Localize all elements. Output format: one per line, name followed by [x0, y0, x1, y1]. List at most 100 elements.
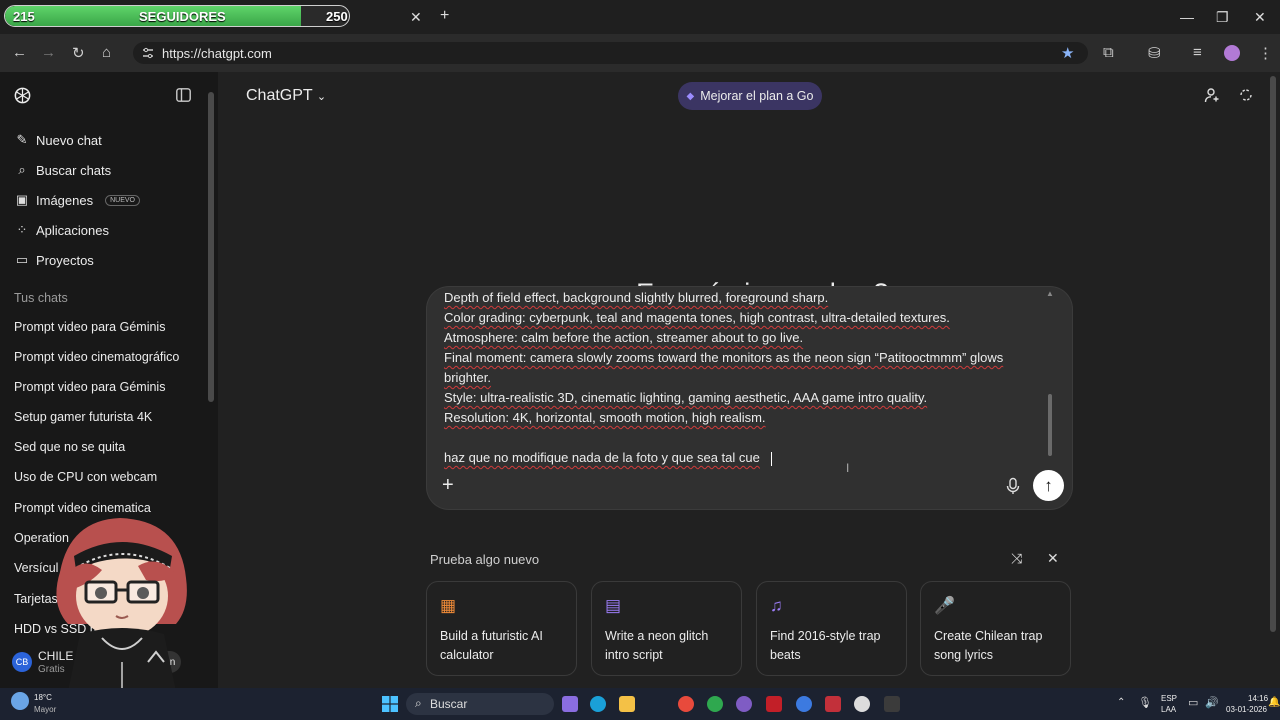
scroll-up-icon[interactable]: ▲ — [1046, 289, 1054, 298]
send-button[interactable]: ↑ — [1033, 470, 1064, 501]
temporary-chat-icon[interactable] — [1238, 87, 1254, 103]
suggestion-card[interactable]: ▤ Write a neon glitch intro script — [591, 581, 742, 676]
sidebar-item-projects[interactable]: ▭ Proyectos — [14, 252, 94, 268]
suggestion-card[interactable]: ▦ Build a futuristic AI calculator — [426, 581, 577, 676]
chat-app-icon[interactable] — [736, 696, 752, 712]
suggestion-card[interactable]: 🎤 Create Chilean trap song lyrics — [920, 581, 1071, 676]
extensions-icon[interactable]: ⧉ — [1103, 44, 1114, 61]
forward-icon[interactable]: → — [41, 44, 56, 61]
composer-line: Atmosphere: calm before the action, stre… — [444, 330, 804, 345]
followers-progress-bar: 215 SEGUIDORES 250 — [4, 5, 350, 27]
composer-line: Final moment: camera slowly zooms toward… — [444, 350, 1004, 365]
upgrade-label: Mejorar el plan a Go — [700, 89, 814, 103]
chrome-icon[interactable] — [678, 696, 694, 712]
add-attachment-icon[interactable]: + — [442, 474, 454, 497]
composer-line: Color grading: cyberpunk, teal and magen… — [444, 310, 950, 325]
obs-icon[interactable] — [854, 696, 870, 712]
composer-line: haz que no modifique nada de la foto y q… — [444, 450, 760, 465]
valorant-icon[interactable] — [825, 696, 841, 712]
xbox-icon[interactable] — [707, 696, 723, 712]
home-icon[interactable]: ⌂ — [102, 44, 111, 61]
media-controls-icon[interactable]: ≡ — [1193, 44, 1202, 61]
chat-item[interactable]: Prompt video cinematográfico — [14, 350, 179, 364]
close-tab-icon[interactable]: ✕ — [410, 9, 422, 26]
new-tab-icon[interactable]: + — [440, 7, 449, 25]
weather-icon[interactable] — [11, 692, 29, 710]
copilot-icon[interactable] — [562, 696, 578, 712]
voicemeeter-icon[interactable] — [766, 696, 782, 712]
clock-time[interactable]: 14:16 — [1248, 694, 1268, 703]
composer-scrollbar[interactable] — [1048, 394, 1052, 456]
sidebar-scrollbar[interactable] — [208, 92, 214, 402]
network-icon[interactable]: ▭ — [1188, 696, 1198, 709]
followers-goal: 250 — [326, 9, 348, 24]
site-settings-icon[interactable] — [142, 47, 154, 59]
chat-item[interactable]: Setup gamer futurista 4K — [14, 410, 152, 424]
message-composer[interactable]: Depth of field effect, background slight… — [427, 287, 1072, 509]
reload-icon[interactable]: ↻ — [72, 44, 85, 62]
chat-item[interactable]: Uso de CPU con webcam — [14, 470, 157, 484]
new-badge: NUEVO — [105, 194, 140, 206]
url-text: https://chatgpt.com — [162, 46, 272, 61]
sidebar-item-search-chats[interactable]: ⌕ Buscar chats — [14, 162, 111, 178]
composer-line: Resolution: 4K, horizontal, smooth motio… — [444, 410, 766, 425]
composer-line — [444, 428, 1034, 448]
clapperboard-icon: ▤ — [605, 596, 622, 615]
tray-mic-icon[interactable]: 🎙 — [1138, 696, 1152, 709]
chrome-active-icon[interactable] — [796, 696, 812, 712]
taskbar-search[interactable]: ⌕ Buscar — [406, 693, 554, 715]
minimize-icon[interactable]: — — [1180, 9, 1194, 25]
suggestions-title: Prueba algo nuevo — [430, 552, 540, 567]
sidebar-toggle-icon[interactable] — [176, 88, 191, 102]
sidebar-item-new-chat[interactable]: ✎ Nuevo chat — [14, 132, 102, 148]
images-icon: ▣ — [15, 192, 29, 207]
close-icon[interactable]: ✕ — [1047, 550, 1059, 567]
suggestion-text: Find 2016-style trap beats — [770, 629, 881, 662]
chatgpt-logo-icon[interactable] — [13, 86, 32, 105]
shuffle-icon[interactable]: ⤨ — [1011, 550, 1022, 567]
sidebar-item-label: Nuevo chat — [36, 132, 102, 148]
sidebar-item-apps[interactable]: ⁘ Aplicaciones — [14, 222, 109, 238]
edge-icon[interactable] — [590, 696, 606, 712]
app-icon[interactable] — [884, 696, 900, 712]
suggestion-card[interactable]: ♫ Find 2016-style trap beats — [756, 581, 907, 676]
section-title-your-chats: Tus chats — [14, 291, 68, 305]
window-close-icon[interactable]: ✕ — [1254, 9, 1266, 26]
folder-icon: ▭ — [15, 252, 29, 267]
chat-item[interactable]: Prompt video para Géminis — [14, 380, 165, 394]
chat-item[interactable]: Prompt video para Géminis — [14, 320, 165, 334]
notifications-icon[interactable]: 🔔 — [1268, 697, 1280, 708]
add-person-icon[interactable] — [1204, 87, 1220, 103]
main-scrollbar[interactable] — [1270, 76, 1276, 632]
user-avatar[interactable]: CB — [12, 652, 32, 672]
chevron-down-icon: ⌄ — [316, 91, 327, 103]
windows-start-icon[interactable] — [382, 696, 398, 712]
profile-avatar[interactable] — [1224, 45, 1240, 61]
composer-line: brighter. — [444, 370, 491, 385]
composer-text[interactable]: Depth of field effect, background slight… — [444, 288, 1034, 468]
model-selector[interactable]: ChatGPT ⌄ — [246, 87, 326, 105]
upgrade-plan-pill[interactable]: ◆ Mejorar el plan a Go — [678, 82, 822, 110]
suggestion-text: Build a futuristic AI calculator — [440, 629, 543, 662]
sidebar-item-label: Aplicaciones — [36, 222, 109, 238]
language-code[interactable]: ESP — [1161, 694, 1177, 703]
restore-icon[interactable]: ❐ — [1216, 9, 1229, 26]
bookmark-star-icon[interactable]: ★ — [1061, 44, 1074, 62]
sidebar-item-label: Buscar chats — [36, 162, 112, 178]
volume-icon[interactable]: 🔊 — [1205, 696, 1219, 709]
incognito-icon[interactable]: ⛁ — [1148, 44, 1161, 62]
suggestion-text: Write a neon glitch intro script — [605, 629, 709, 662]
address-field[interactable]: https://chatgpt.com — [133, 42, 1088, 64]
windows-taskbar — [0, 688, 1280, 720]
file-explorer-icon[interactable] — [619, 696, 635, 712]
sidebar-item-images[interactable]: ▣ Imágenes NUEVO — [14, 192, 140, 208]
clock-date[interactable]: 03-01-2026 — [1226, 705, 1267, 714]
browser-menu-icon[interactable]: ⋮ — [1258, 44, 1273, 62]
microphone-icon[interactable] — [1005, 477, 1021, 495]
mouse-ibeam-icon: I — [846, 461, 850, 475]
tray-expand-icon[interactable]: ⌃ — [1117, 697, 1125, 708]
keyboard-layout[interactable]: LAA — [1161, 705, 1176, 714]
music-icon: ♫ — [770, 596, 783, 615]
back-icon[interactable]: ← — [12, 44, 27, 61]
chat-item[interactable]: Sed que no se quita — [14, 440, 125, 454]
